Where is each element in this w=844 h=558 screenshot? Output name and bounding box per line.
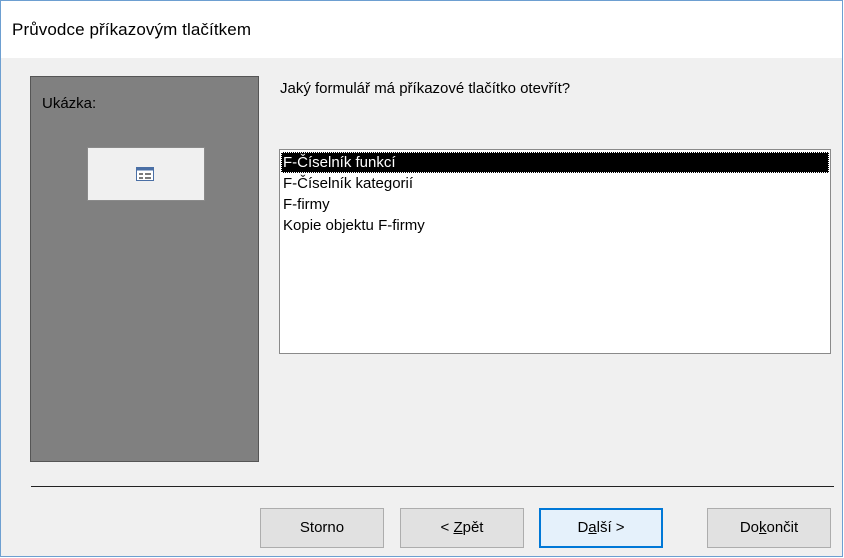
form-icon	[136, 167, 154, 181]
back-button-prefix: <	[440, 519, 454, 536]
back-button-rest: pět	[462, 519, 484, 536]
preview-panel: Ukázka:	[30, 76, 259, 462]
finish-button[interactable]: Dokončit	[707, 508, 831, 548]
preview-command-button	[87, 147, 205, 201]
forms-listbox[interactable]: F-Číselník funkcí F-Číselník kategorií F…	[279, 149, 831, 354]
next-button[interactable]: Další >	[539, 508, 663, 548]
divider	[31, 486, 834, 487]
list-item[interactable]: F-Číselník funkcí	[281, 152, 829, 173]
finish-button-mnemonic: k	[759, 519, 767, 536]
cancel-button-label: Storno	[299, 519, 345, 536]
list-item[interactable]: F-firmy	[281, 194, 829, 215]
title-bar: Průvodce příkazovým tlačítkem	[1, 1, 842, 58]
dialog-title: Průvodce příkazovým tlačítkem	[12, 20, 252, 39]
question-label: Jaký formulář má příkazové tlačítko otev…	[280, 80, 571, 97]
next-button-mnemonic: a	[588, 519, 597, 536]
command-button-wizard-dialog: Průvodce příkazovým tlačítkem Ukázka: Ja…	[0, 0, 843, 557]
back-button-mnemonic: Z	[453, 519, 463, 536]
cancel-button[interactable]: Storno	[260, 508, 384, 548]
list-item[interactable]: Kopie objektu F-firmy	[281, 215, 829, 236]
finish-button-rest: ončit	[766, 519, 799, 536]
back-button[interactable]: < Zpět	[400, 508, 524, 548]
next-button-rest: lší >	[596, 519, 625, 536]
list-item[interactable]: F-Číselník kategorií	[281, 173, 829, 194]
finish-button-before: Do	[739, 519, 759, 536]
preview-label: Ukázka:	[42, 95, 97, 112]
next-button-before: D	[577, 519, 589, 536]
